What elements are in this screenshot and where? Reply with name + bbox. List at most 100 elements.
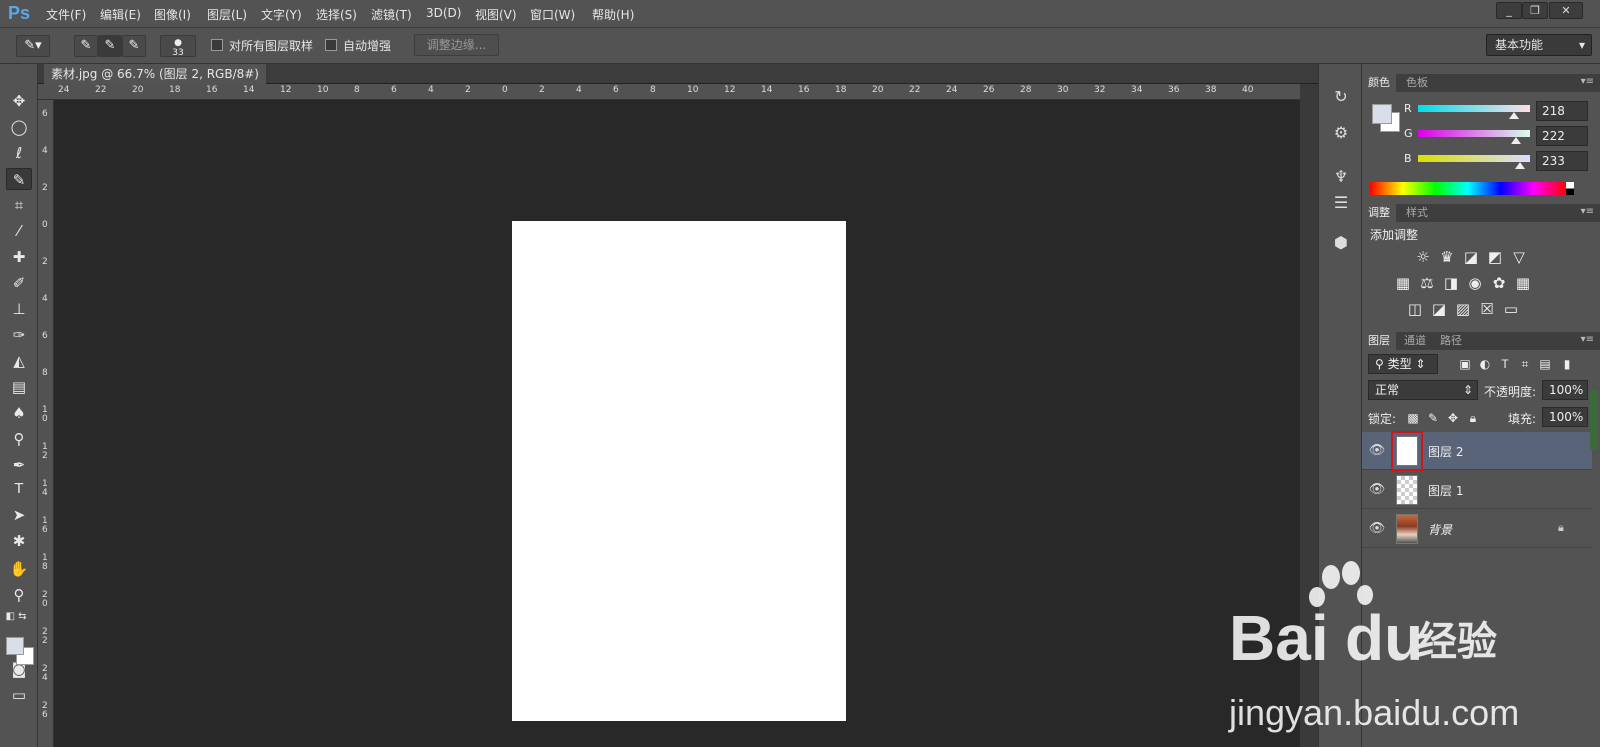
layer-row[interactable]: 👁︎ 图层 2 — [1362, 431, 1592, 471]
new-selection-brush-icon[interactable]: ✎ — [74, 35, 98, 57]
channel-r-thumb[interactable] — [1508, 112, 1519, 119]
channel-b-thumb[interactable] — [1515, 162, 1526, 169]
curves-icon[interactable]: ◪ — [1462, 248, 1480, 266]
tab-layers[interactable]: 图层 — [1362, 332, 1396, 350]
channel-r-slider[interactable] — [1418, 105, 1530, 112]
menu-select[interactable]: 选择(S) — [316, 6, 357, 23]
restore-button[interactable]: ❐ — [1522, 2, 1548, 19]
vertical-ruler[interactable]: 6 4 2 0 2 4 6 8 1 0 1 2 1 4 1 6 1 8 2 0 2 2 2 4 2 6 — [38, 100, 54, 747]
opacity-input[interactable]: 100% — [1542, 380, 1588, 400]
menu-file[interactable]: 文件(F) — [46, 6, 86, 23]
panel-menu-icon[interactable]: ▾≡ — [1581, 334, 1594, 345]
menu-filter[interactable]: 滤镜(T) — [371, 6, 412, 23]
brush-panel-icon[interactable]: ♆ — [1330, 166, 1352, 188]
tab-styles[interactable]: 样式 — [1400, 204, 1434, 222]
color-lookup-icon[interactable]: ▦ — [1514, 274, 1532, 292]
brush-tool-icon[interactable]: ✐ — [6, 272, 32, 294]
sample-all-layers-checkbox[interactable] — [211, 39, 223, 51]
brush-size-picker[interactable]: ● 33 — [160, 35, 196, 58]
lock-pixels-icon[interactable]: ✎ — [1424, 409, 1442, 427]
panel-menu-icon[interactable]: ▾≡ — [1581, 76, 1594, 87]
panel-menu-icon[interactable]: ▾≡ — [1581, 206, 1594, 217]
menu-image[interactable]: 图像(I) — [154, 6, 191, 23]
menu-help[interactable]: 帮助(H) — [592, 6, 634, 23]
horizontal-ruler[interactable]: 24 22 20 18 16 14 12 10 8 6 4 2 0 2 4 6 8 10 12 14 16 18 20 22 2… — [38, 84, 1300, 100]
lock-position-icon[interactable]: ✥ — [1444, 409, 1462, 427]
tab-paths[interactable]: 路径 — [1434, 332, 1468, 350]
refine-edge-button[interactable]: 调整边缘... — [414, 34, 499, 56]
dodge-tool-icon[interactable]: ⚲ — [6, 428, 32, 450]
subtract-selection-brush-icon[interactable]: ✎ — [122, 35, 146, 57]
layer-row[interactable]: 👁︎ 图层 1 — [1362, 471, 1592, 509]
layer-filter-select[interactable]: ⚲ 类型 ⇕ — [1368, 354, 1438, 374]
channel-r-value[interactable]: 218 — [1536, 101, 1588, 121]
foreground-color-swatch[interactable] — [6, 637, 24, 655]
brightness-icon[interactable]: ☼ — [1414, 248, 1432, 266]
channel-g-value[interactable]: 222 — [1536, 126, 1588, 146]
tab-color[interactable]: 颜色 — [1362, 74, 1396, 92]
layers-scrollbar[interactable] — [1590, 390, 1598, 450]
invert-icon[interactable]: ◫ — [1406, 300, 1424, 318]
filter-adjustment-icon[interactable]: ◐ — [1476, 355, 1494, 373]
clone-stamp-tool-icon[interactable]: ⊥ — [6, 298, 32, 320]
move-tool-icon[interactable]: ✥ — [6, 90, 32, 112]
hand-tool-icon[interactable]: ✋ — [6, 558, 32, 580]
menu-view[interactable]: 视图(V) — [475, 6, 517, 23]
eraser-tool-icon[interactable]: ◭ — [6, 350, 32, 372]
lock-transparency-icon[interactable]: ▩ — [1404, 409, 1422, 427]
exposure-icon[interactable]: ◩ — [1486, 248, 1504, 266]
3d-panel-icon[interactable]: ⬢ — [1330, 232, 1352, 254]
menu-edit[interactable]: 编辑(E) — [100, 6, 141, 23]
properties-panel-icon[interactable]: ⚙ — [1330, 122, 1352, 144]
menu-type[interactable]: 文字(Y) — [261, 6, 302, 23]
tool-preset-picker[interactable]: ✎▾ — [16, 35, 50, 57]
default-colors-icon[interactable]: ◧ ⇆ — [3, 610, 29, 624]
path-selection-tool-icon[interactable]: ➤ — [6, 504, 32, 526]
threshold-icon[interactable]: ▨ — [1454, 300, 1472, 318]
color-balance-icon[interactable]: ⚖ — [1418, 274, 1436, 292]
channel-b-slider[interactable] — [1418, 155, 1530, 162]
history-panel-icon[interactable]: ↻ — [1330, 86, 1352, 108]
filter-smart-object-icon[interactable]: ▤ — [1536, 355, 1554, 373]
type-tool-icon[interactable]: T — [6, 478, 32, 500]
screen-mode-icon[interactable]: ▭ — [6, 684, 32, 706]
tab-swatches[interactable]: 色板 — [1400, 74, 1434, 92]
blur-tool-icon[interactable]: ♠ — [6, 402, 32, 424]
color-foreground-swatch[interactable] — [1372, 104, 1392, 124]
channel-b-value[interactable]: 233 — [1536, 151, 1588, 171]
blend-mode-select[interactable]: 正常 ⇕ — [1368, 380, 1478, 400]
channel-mixer-icon[interactable]: ✿ — [1490, 274, 1508, 292]
levels-icon[interactable]: ♛ — [1438, 248, 1456, 266]
lock-all-icon[interactable]: 🔒︎ — [1464, 409, 1482, 427]
visibility-eye-icon[interactable]: 👁︎ — [1368, 481, 1386, 499]
document-tab[interactable]: 素材.jpg @ 66.7% (图层 2, RGB/8#) * × — [44, 64, 266, 101]
channel-g-slider[interactable] — [1418, 130, 1530, 137]
selective-color-icon[interactable]: ☒ — [1478, 300, 1496, 318]
gradient-map-icon[interactable]: ▭ — [1502, 300, 1520, 318]
custom-shape-tool-icon[interactable]: ✱ — [6, 530, 32, 552]
add-to-selection-brush-icon[interactable]: ✎ — [98, 35, 122, 57]
pen-tool-icon[interactable]: ✒ — [6, 454, 32, 476]
hue-saturation-icon[interactable]: ▦ — [1394, 274, 1412, 292]
crop-tool-icon[interactable]: ⌗ — [6, 194, 32, 216]
menu-window[interactable]: 窗口(W) — [530, 6, 575, 23]
tab-adjustments[interactable]: 调整 — [1362, 204, 1396, 222]
auto-enhance-checkbox[interactable] — [325, 39, 337, 51]
history-brush-tool-icon[interactable]: ✑ — [6, 324, 32, 346]
menu-layer[interactable]: 图层(L) — [207, 6, 247, 23]
workspace-select[interactable]: 基本功能 ▾ — [1486, 34, 1592, 56]
lasso-tool-icon[interactable]: ℓ — [6, 142, 32, 164]
document-canvas[interactable] — [512, 221, 846, 721]
photo-filter-icon[interactable]: ◉ — [1466, 274, 1484, 292]
gradient-tool-icon[interactable]: ▤ — [6, 376, 32, 398]
filter-pixel-icon[interactable]: ▣ — [1456, 355, 1474, 373]
quick-selection-tool-icon[interactable]: ✎ — [6, 168, 32, 190]
black-white-icon[interactable]: ◨ — [1442, 274, 1460, 292]
close-window-button[interactable]: ✕ — [1549, 2, 1583, 19]
filter-shape-icon[interactable]: ⌗ — [1516, 355, 1534, 373]
eyedropper-tool-icon[interactable]: ⁄ — [6, 220, 32, 242]
fill-input[interactable]: 100% — [1542, 407, 1588, 427]
menu-3d[interactable]: 3D(D) — [426, 6, 461, 20]
healing-brush-tool-icon[interactable]: ✚ — [6, 246, 32, 268]
visibility-eye-icon[interactable]: 👁︎ — [1368, 520, 1386, 538]
